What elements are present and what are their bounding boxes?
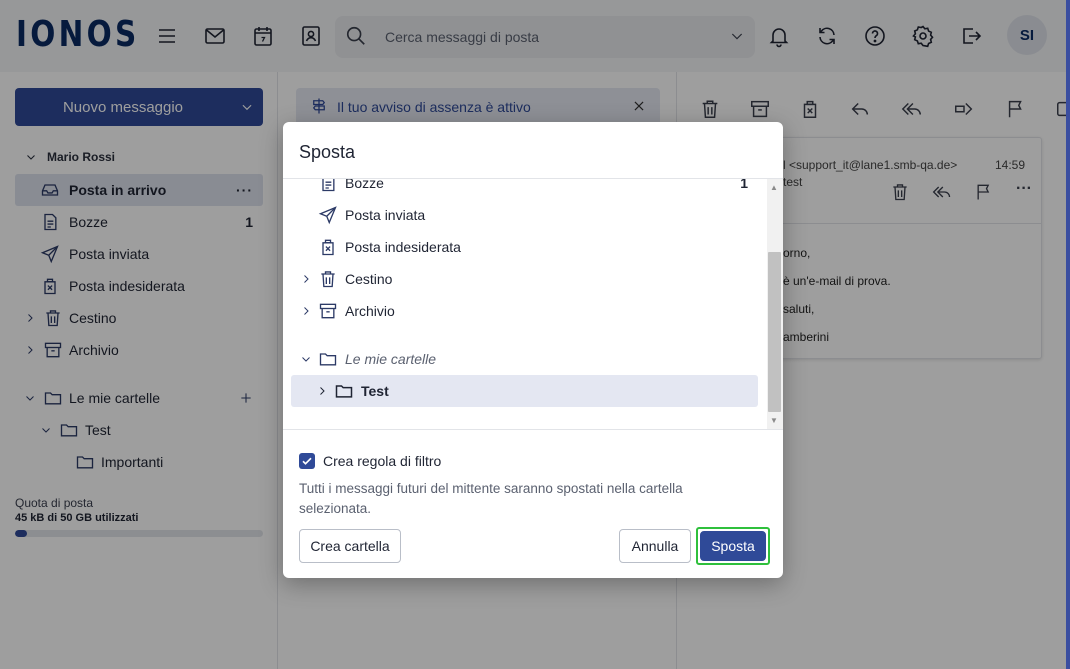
scroll-up-arrow[interactable]: ▲ — [770, 183, 778, 192]
filter-rule-label[interactable]: Crea regola di filtro — [323, 453, 441, 469]
cancel-button[interactable]: Annulla — [619, 529, 691, 563]
chevron-down-icon[interactable] — [300, 353, 312, 365]
picker-item-archive[interactable]: Archivio — [291, 295, 758, 327]
scroll-down-arrow[interactable]: ▼ — [770, 416, 778, 425]
trash-icon — [318, 269, 338, 289]
move-dialog: Sposta Bozze 1 Posta inviata Posta indes… — [283, 122, 783, 578]
chevron-right-icon[interactable] — [300, 273, 312, 285]
send-icon — [318, 205, 338, 225]
folder-icon — [334, 381, 354, 401]
picker-item-trash[interactable]: Cestino — [291, 263, 758, 295]
archive-icon — [318, 301, 338, 321]
folder-icon — [318, 349, 338, 369]
create-folder-button[interactable]: Crea cartella — [299, 529, 401, 563]
picker-item-sent[interactable]: Posta inviata — [291, 199, 758, 231]
spam-icon — [318, 237, 338, 257]
chevron-right-icon[interactable] — [316, 385, 328, 397]
picker-item-drafts[interactable]: Bozze 1 — [291, 179, 758, 199]
draft-icon — [318, 179, 338, 193]
chevron-right-icon[interactable] — [300, 305, 312, 317]
filter-rule-hint: Tutti i messaggi futuri del mittente sar… — [299, 481, 683, 516]
divider — [283, 429, 783, 430]
folder-picker-list: Bozze 1 Posta inviata Posta indesiderata… — [283, 179, 783, 429]
dialog-title: Sposta — [299, 142, 356, 162]
picker-item-my-folders[interactable]: Le mie cartelle — [291, 343, 758, 375]
move-button[interactable]: Sposta — [700, 531, 766, 561]
filter-rule-checkbox[interactable] — [299, 453, 315, 469]
check-icon — [302, 457, 312, 465]
picker-item-test[interactable]: Test — [291, 375, 758, 407]
scrollbar-thumb[interactable] — [768, 252, 781, 412]
picker-item-spam[interactable]: Posta indesiderata — [291, 231, 758, 263]
window-edge — [1066, 0, 1070, 669]
unread-count: 1 — [740, 179, 748, 191]
